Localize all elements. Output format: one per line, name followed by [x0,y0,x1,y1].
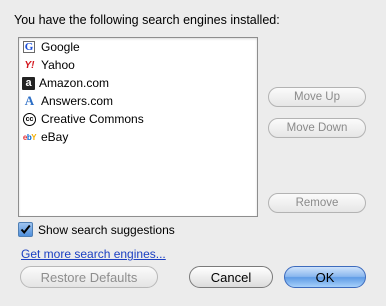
dialog-heading: You have the following search engines in… [14,13,280,27]
get-more-engines-link[interactable]: Get more search engines... [21,247,166,261]
list-item-google[interactable]: G Google [19,38,257,56]
list-item-amazon[interactable]: a Amazon.com [19,74,257,92]
list-item-answers[interactable]: A Answers.com [19,92,257,110]
show-suggestions-row[interactable]: Show search suggestions [18,222,175,237]
amazon-icon: a [22,76,35,90]
engine-label: Amazon.com [39,76,110,90]
engine-label: Google [41,40,80,54]
move-up-button[interactable]: Move Up [268,87,366,107]
engine-label: Creative Commons [41,112,144,126]
creative-commons-icon: cc [23,112,36,126]
remove-button[interactable]: Remove [268,193,366,213]
engine-label: eBay [41,130,69,144]
ebay-icon: ebY [22,132,37,142]
list-item-yahoo[interactable]: Y! Yahoo [19,56,257,74]
list-item-creative-commons[interactable]: cc Creative Commons [19,110,257,128]
restore-defaults-button[interactable]: Restore Defaults [20,266,158,288]
checkmark-icon [20,224,31,235]
show-suggestions-label: Show search suggestions [38,222,175,237]
search-engine-list[interactable]: G Google Y! Yahoo a Amazon.com A Answers… [18,37,258,217]
google-icon: G [23,41,35,53]
cancel-button[interactable]: Cancel [189,266,273,288]
engine-label: Yahoo [41,58,75,72]
ok-button[interactable]: OK [284,266,366,288]
engine-label: Answers.com [41,94,114,108]
list-item-ebay[interactable]: ebY eBay [19,128,257,146]
move-down-button[interactable]: Move Down [268,118,366,138]
show-suggestions-checkbox[interactable] [18,222,33,237]
yahoo-icon: Y! [24,59,35,71]
answers-icon: A [24,93,35,108]
